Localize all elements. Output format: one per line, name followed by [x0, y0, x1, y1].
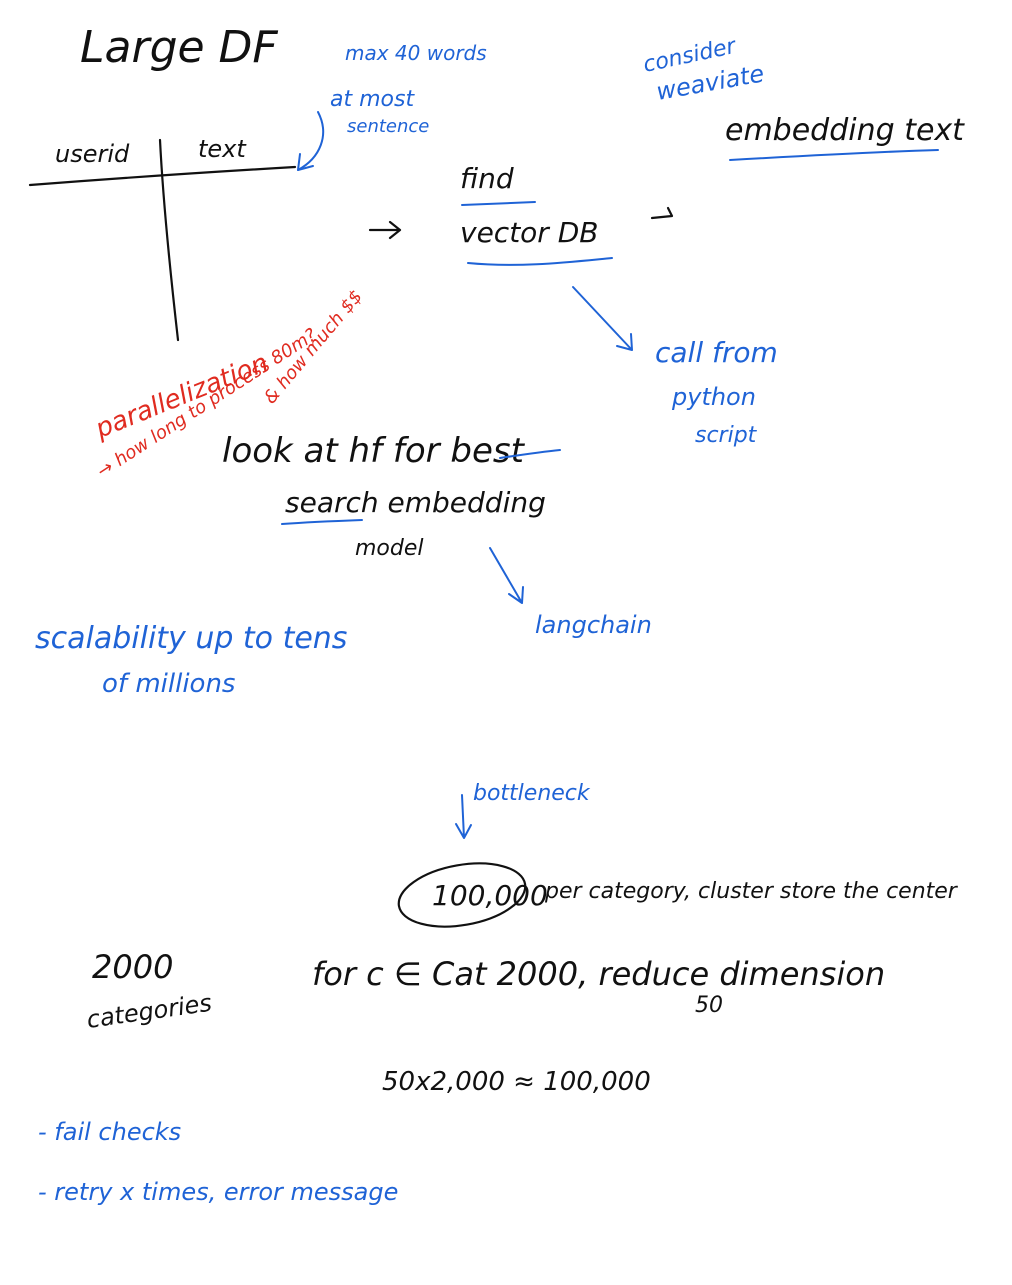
note-call-from: call from — [655, 336, 778, 369]
note-max-words: max 40 words — [345, 41, 487, 65]
note-50: 50 — [695, 993, 723, 1018]
note-retry: - retry x times, error message — [38, 1178, 398, 1206]
note-bottleneck: bottleneck — [473, 781, 591, 806]
arrow-to-text-column — [297, 111, 325, 171]
arrow-right-small-icon — [650, 206, 674, 220]
note-of-millions: of millions — [102, 669, 235, 699]
table-header-userid: userid — [55, 140, 130, 168]
note-find: find — [460, 162, 514, 195]
note-fail-checks: - fail checks — [38, 1118, 181, 1146]
table-header-text: text — [198, 135, 247, 163]
note-vector-db: vector DB — [460, 216, 598, 249]
arrow-to-langchain — [489, 547, 524, 604]
arrow-to-call-from — [572, 286, 633, 351]
whiteboard-canvas: Large DF userid text max 40 words at mos… — [0, 0, 1012, 1285]
note-sentence: sentence — [347, 116, 429, 137]
note-langchain: langchain — [535, 611, 652, 639]
handwritten-notes: Large DF userid text max 40 words at mos… — [28, 22, 965, 1206]
note-look-at-hf: look at hf for best — [222, 431, 526, 471]
note-model: model — [355, 536, 424, 561]
note-categories: categories — [85, 989, 213, 1034]
note-script: script — [695, 423, 758, 448]
note-search-embedding: search embedding — [285, 486, 546, 519]
note-scalability: scalability up to tens — [35, 621, 347, 656]
underline-embedding-text — [729, 149, 939, 161]
underline-vector-db — [467, 257, 613, 266]
underline-find — [461, 201, 536, 206]
note-for-c-cat: for c ∈ Cat 2000, reduce dimension — [312, 955, 885, 993]
arrow-right-icon — [368, 220, 402, 240]
note-per-category: per category, cluster store the center — [544, 879, 959, 904]
arrow-down-icon — [455, 794, 472, 839]
note-at-most: at most — [330, 87, 415, 112]
note-100000: 100,000 — [432, 879, 548, 912]
note-embedding-text: embedding text — [725, 113, 965, 148]
note-python: python — [671, 383, 756, 411]
title-large-df: Large DF — [80, 22, 278, 73]
note-2000: 2000 — [92, 948, 173, 986]
table-vertical-line — [158, 138, 180, 342]
underline-search — [281, 519, 363, 525]
note-equation: 50x2,000 ≈ 100,000 — [382, 1067, 651, 1097]
